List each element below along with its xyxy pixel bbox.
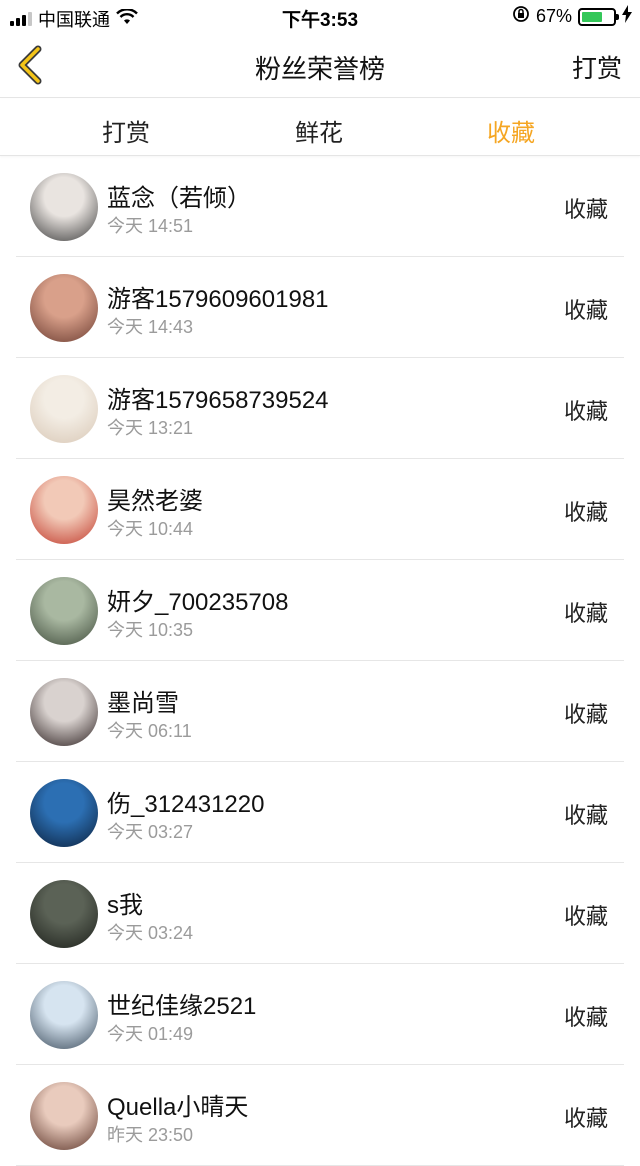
list-item[interactable]: 妍夕_700235708 今天 10:35 收藏 <box>16 560 624 661</box>
avatar[interactable] <box>30 476 98 544</box>
timestamp: 今天 03:27 <box>107 822 194 842</box>
action-label: 收藏 <box>563 1106 608 1131</box>
avatar[interactable] <box>30 173 98 241</box>
timestamp: 今天 13:21 <box>107 418 194 438</box>
page-title: 粉丝荣誉榜 <box>254 54 385 84</box>
avatar[interactable] <box>30 981 98 1049</box>
action-label: 收藏 <box>563 803 608 828</box>
action-label: 收藏 <box>563 601 608 626</box>
status-bar: 中国联通 下午3:53 67% <box>0 0 640 34</box>
list-item[interactable]: Quella小晴天昨天 23:50 收藏 <box>16 1065 624 1166</box>
user-name: 昊然老婆 <box>107 488 203 515</box>
avatar[interactable] <box>30 577 98 645</box>
user-name: 游客1579609601981 <box>107 286 329 313</box>
navigation-bar: 粉丝荣誉榜 打赏 <box>0 34 640 98</box>
timestamp: 今天 14:43 <box>107 317 194 337</box>
tab-bar: 打赏 鲜花 收藏 <box>0 99 640 156</box>
action-label: 收藏 <box>563 702 608 727</box>
list-item[interactable]: 世纪佳缘2521 今天 01:49 收藏 <box>16 964 624 1065</box>
timestamp: 今天 10:44 <box>107 519 194 539</box>
user-name: s我 <box>107 892 143 919</box>
tab-favorites[interactable]: 收藏 <box>451 113 571 148</box>
avatar[interactable] <box>30 274 98 342</box>
avatar[interactable] <box>30 880 98 948</box>
tab-flowers[interactable]: 鲜花 <box>259 113 379 148</box>
user-name: 墨尚雪 <box>107 690 179 717</box>
user-name: 伤_312431220 <box>107 791 265 818</box>
timestamp: 今天 06:11 <box>107 721 192 741</box>
avatar[interactable] <box>30 1082 98 1150</box>
tab-reward[interactable]: 打赏 <box>66 113 186 148</box>
avatar[interactable] <box>30 779 98 847</box>
avatar[interactable] <box>30 375 98 443</box>
status-right-group: 67% <box>512 5 632 28</box>
timestamp: 今天 03:24 <box>107 923 194 943</box>
action-label: 收藏 <box>563 500 608 525</box>
avatar[interactable] <box>30 678 98 746</box>
user-name: 妍夕_700235708 <box>107 589 289 616</box>
timestamp: 今天 10:35 <box>107 620 194 640</box>
battery-percent: 67% <box>535 6 572 26</box>
user-name: 游客1579658739524 <box>107 387 329 414</box>
charging-icon <box>622 5 632 28</box>
user-name: 蓝念（若倾） <box>107 185 251 212</box>
list-item[interactable]: 游客1579658739524 今天 13:21 收藏 <box>16 358 624 459</box>
action-label: 收藏 <box>563 1005 608 1030</box>
action-label: 收藏 <box>563 298 608 323</box>
list-item[interactable]: 游客1579609601981 今天 14:43 收藏 <box>16 257 624 358</box>
timestamp: 今天 14:51 <box>107 216 194 236</box>
list-item[interactable]: 昊然老婆今天 10:44 收藏 <box>16 459 624 560</box>
action-label: 收藏 <box>563 399 608 424</box>
timestamp: 昨天 23:50 <box>107 1125 194 1145</box>
battery-icon <box>578 7 619 26</box>
action-label: 收藏 <box>563 904 608 929</box>
user-name: Quella小晴天 <box>107 1094 249 1121</box>
list-item[interactable]: 伤_312431220 今天 03:27 收藏 <box>16 762 624 863</box>
reward-button[interactable]: 打赏 <box>572 49 622 85</box>
list-item[interactable]: s我今天 03:24 收藏 <box>16 863 624 964</box>
user-name: 世纪佳缘2521 <box>107 993 257 1020</box>
fan-list: 蓝念（若倾） 今天 14:51 收藏 游客1579609601981 今天 14:43 收… <box>0 156 640 1166</box>
list-item[interactable]: 墨尚雪今天 06:11 收藏 <box>16 661 624 762</box>
timestamp: 今天 01:49 <box>107 1024 194 1044</box>
rotation-lock-icon <box>512 5 530 28</box>
action-label: 收藏 <box>563 197 608 222</box>
list-item[interactable]: 蓝念（若倾） 今天 14:51 收藏 <box>16 156 624 257</box>
